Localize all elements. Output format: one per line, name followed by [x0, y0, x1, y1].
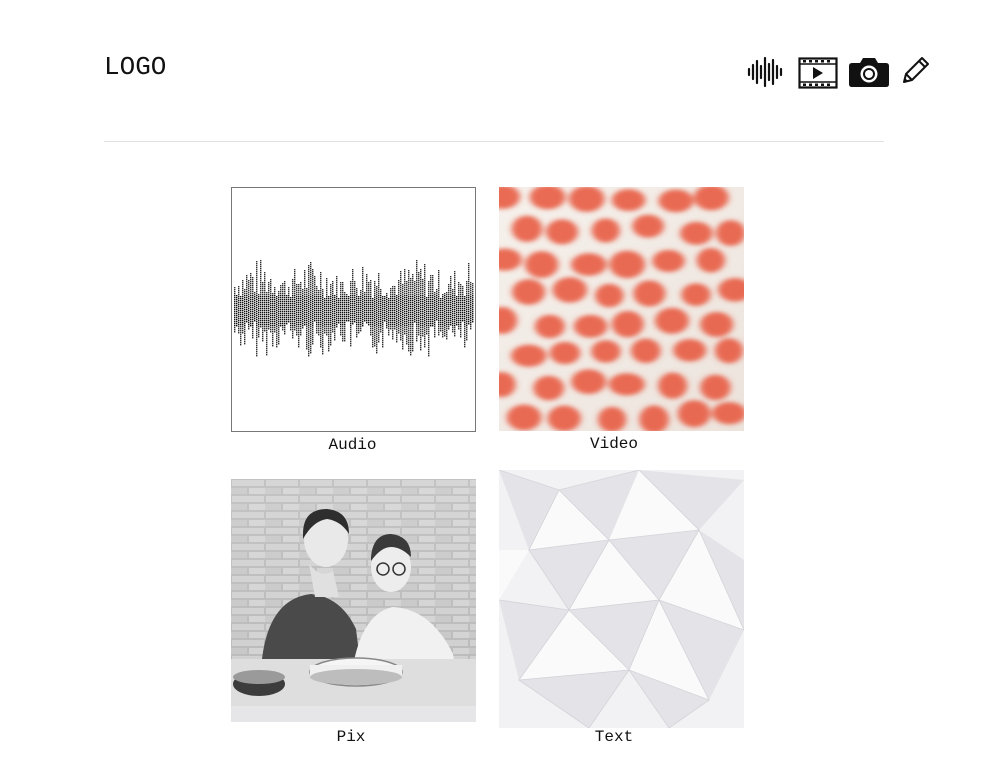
tile-label-pix[interactable]: Pix — [231, 728, 471, 746]
logo[interactable]: LOGO — [104, 52, 166, 82]
crumpled-paper-graphic — [499, 470, 744, 728]
tomato-photo-graphic — [499, 187, 744, 431]
camera-icon[interactable] — [848, 56, 890, 93]
tile-label-text[interactable]: Text — [499, 728, 729, 746]
tile-label-audio[interactable]: Audio — [231, 436, 474, 454]
pencil-icon[interactable] — [900, 54, 932, 91]
audio-thumbnail[interactable] — [231, 187, 476, 432]
portrait-photo-graphic — [231, 479, 476, 722]
header-divider — [104, 141, 884, 142]
waveform-graphic — [234, 260, 474, 357]
text-thumbnail[interactable] — [499, 470, 744, 728]
video-thumbnail[interactable] — [499, 187, 744, 431]
film-play-icon[interactable] — [798, 57, 838, 94]
audio-waveform-icon[interactable] — [746, 56, 786, 93]
pix-thumbnail[interactable] — [231, 479, 476, 722]
tile-label-video[interactable]: Video — [499, 435, 729, 453]
